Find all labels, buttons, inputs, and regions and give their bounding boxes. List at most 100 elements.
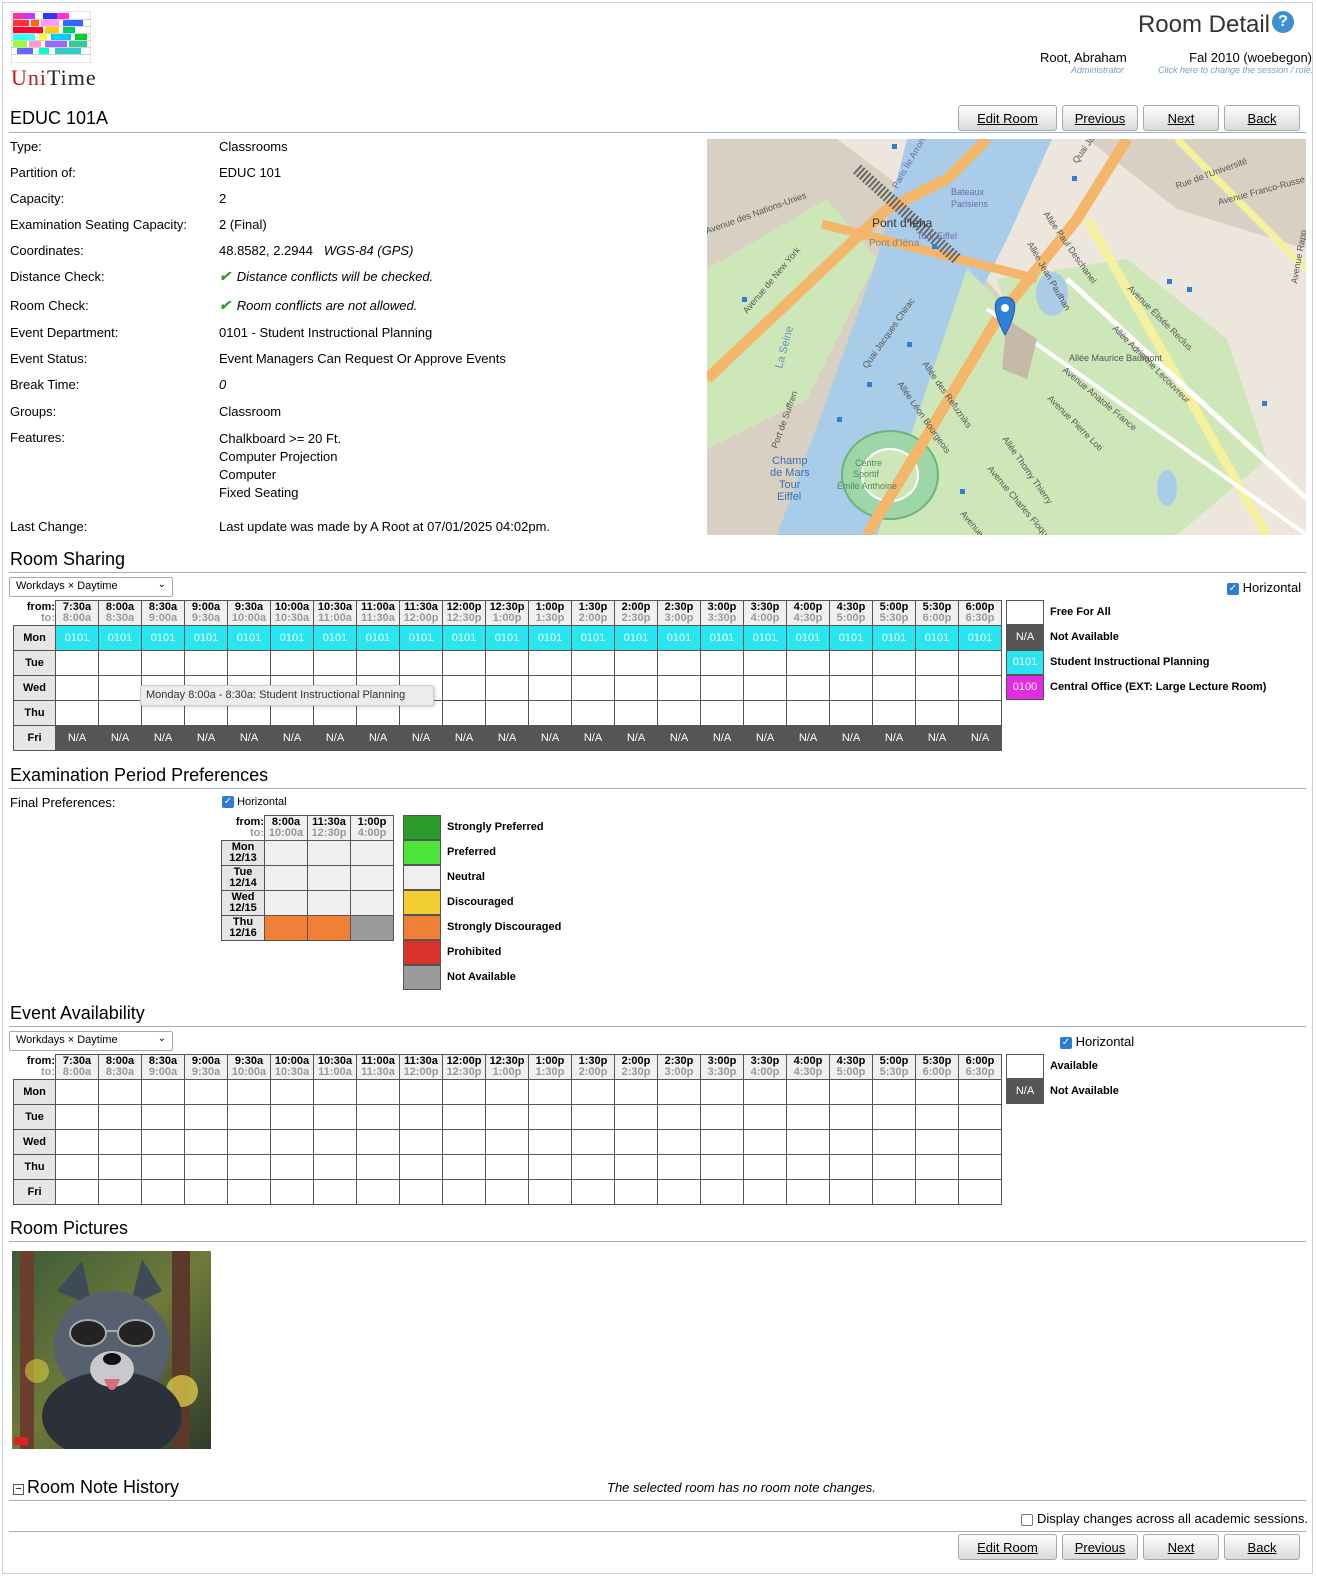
time-cell[interactable] — [915, 1104, 959, 1130]
time-cell[interactable] — [184, 650, 228, 676]
time-cell[interactable] — [614, 675, 658, 701]
time-cell[interactable]: N/A — [915, 725, 959, 751]
time-cell[interactable] — [657, 1079, 701, 1105]
time-slot-header[interactable]: 6:00p 6:30p — [958, 600, 1002, 626]
edit-room-button[interactable]: Edit Room — [958, 105, 1057, 131]
time-cell[interactable] — [743, 650, 787, 676]
time-cell[interactable] — [571, 1129, 615, 1155]
exam-period-cell[interactable] — [264, 840, 308, 866]
time-slot-header[interactable]: 11:00a 11:30a — [356, 1054, 400, 1080]
time-cell[interactable] — [485, 1129, 529, 1155]
time-cell[interactable] — [872, 700, 916, 726]
time-cell[interactable] — [528, 1179, 572, 1205]
time-cell[interactable]: N/A — [442, 725, 486, 751]
time-slot-header[interactable]: 9:00a 9:30a — [184, 1054, 228, 1080]
time-cell[interactable] — [657, 1154, 701, 1180]
time-cell[interactable]: 0101 — [700, 625, 744, 651]
time-cell[interactable] — [55, 1154, 99, 1180]
legend-swatch[interactable]: 0101 — [1006, 650, 1044, 675]
exam-period-cell[interactable] — [264, 890, 308, 916]
time-cell[interactable] — [485, 700, 529, 726]
time-cell[interactable] — [442, 675, 486, 701]
day-header[interactable]: Tue — [13, 1104, 56, 1130]
time-cell[interactable] — [657, 1104, 701, 1130]
time-slot-header[interactable]: 8:00a 8:30a — [98, 1054, 142, 1080]
exam-period-cell[interactable] — [307, 840, 351, 866]
time-cell[interactable] — [442, 1079, 486, 1105]
legend-swatch[interactable] — [403, 890, 441, 915]
room-picture[interactable] — [12, 1251, 211, 1449]
help-icon[interactable]: ? — [1272, 11, 1294, 33]
day-header[interactable]: Thu — [13, 1154, 56, 1180]
time-slot-header[interactable]: 5:30p 6:00p — [915, 1054, 959, 1080]
time-slot-header[interactable]: 12:00p 12:30p — [442, 1054, 486, 1080]
time-cell[interactable] — [829, 675, 873, 701]
time-cell[interactable]: N/A — [141, 725, 185, 751]
exam-period-cell[interactable] — [350, 865, 394, 891]
room-sharing-mode-select[interactable]: Workdays × Daytime ⌄ — [9, 577, 173, 597]
time-cell[interactable] — [98, 700, 142, 726]
time-cell[interactable] — [399, 1179, 443, 1205]
time-cell[interactable] — [872, 1179, 916, 1205]
next-button-bottom[interactable]: Next — [1143, 1534, 1219, 1560]
exam-period-cell[interactable] — [350, 840, 394, 866]
time-cell[interactable] — [399, 1104, 443, 1130]
exam-period-header[interactable]: 1:00p 4:00p — [350, 815, 394, 841]
time-cell[interactable] — [571, 700, 615, 726]
exam-horizontal-toggle[interactable]: ✓ Horizontal — [222, 796, 287, 809]
next-button[interactable]: Next — [1143, 105, 1219, 131]
time-cell[interactable] — [442, 700, 486, 726]
time-cell[interactable] — [270, 1179, 314, 1205]
time-cell[interactable] — [270, 1154, 314, 1180]
time-cell[interactable] — [786, 1179, 830, 1205]
day-header[interactable]: Fri — [13, 1179, 56, 1205]
time-cell[interactable]: 0101 — [743, 625, 787, 651]
time-cell[interactable] — [743, 1079, 787, 1105]
exam-period-cell[interactable] — [264, 915, 308, 941]
exam-period-cell[interactable] — [264, 865, 308, 891]
time-slot-header[interactable]: 12:30p 1:00p — [485, 600, 529, 626]
time-cell[interactable] — [98, 650, 142, 676]
exam-period-cell[interactable] — [307, 865, 351, 891]
time-cell[interactable]: 0101 — [442, 625, 486, 651]
time-cell[interactable] — [958, 1154, 1002, 1180]
time-cell[interactable] — [98, 1179, 142, 1205]
time-cell[interactable] — [743, 700, 787, 726]
ev-horizontal-toggle[interactable]: ✓ Horizontal — [1060, 1034, 1134, 1049]
time-cell[interactable] — [915, 1129, 959, 1155]
time-cell[interactable]: 0101 — [614, 625, 658, 651]
time-cell[interactable] — [55, 650, 99, 676]
day-header[interactable]: Tue — [13, 650, 56, 676]
time-cell[interactable] — [356, 1179, 400, 1205]
session-info[interactable]: Fal 2010 (woebegon) Click here to change… — [1158, 50, 1313, 75]
time-cell[interactable] — [872, 675, 916, 701]
time-cell[interactable]: 0101 — [657, 625, 701, 651]
time-cell[interactable]: N/A — [227, 725, 271, 751]
user-info[interactable]: Root, Abraham Administrator — [1040, 50, 1127, 75]
time-cell[interactable] — [657, 1179, 701, 1205]
time-cell[interactable]: N/A — [829, 725, 873, 751]
time-slot-header[interactable]: 5:00p 5:30p — [872, 1054, 916, 1080]
time-cell[interactable]: N/A — [184, 725, 228, 751]
time-cell[interactable] — [958, 1104, 1002, 1130]
time-cell[interactable] — [657, 675, 701, 701]
time-cell[interactable] — [227, 1104, 271, 1130]
time-slot-header[interactable]: 12:30p 1:00p — [485, 1054, 529, 1080]
time-cell[interactable] — [915, 1079, 959, 1105]
time-cell[interactable] — [700, 1104, 744, 1130]
time-cell[interactable] — [184, 1129, 228, 1155]
legend-swatch[interactable]: 0100 — [1006, 675, 1044, 700]
time-cell[interactable] — [743, 1154, 787, 1180]
time-cell[interactable] — [786, 1079, 830, 1105]
time-slot-header[interactable]: 9:30a 10:00a — [227, 600, 271, 626]
time-cell[interactable] — [528, 1154, 572, 1180]
exam-period-cell[interactable] — [350, 915, 394, 941]
time-cell[interactable]: N/A — [614, 725, 658, 751]
event-availability-grid[interactable]: from: to: 7:30a 8:00a 8:00a 8:30a 8:30a 9:00a 9:… — [13, 1054, 1002, 1205]
legend-swatch[interactable] — [1006, 1054, 1044, 1079]
legend-swatch[interactable] — [1006, 600, 1044, 625]
time-slot-header[interactable]: 9:30a 10:00a — [227, 1054, 271, 1080]
time-cell[interactable] — [55, 1129, 99, 1155]
time-cell[interactable] — [958, 700, 1002, 726]
room-sharing-grid[interactable]: from: to: 7:30a 8:00a 8:00a 8:30a 8:30a 9:00a 9:… — [13, 600, 1002, 751]
